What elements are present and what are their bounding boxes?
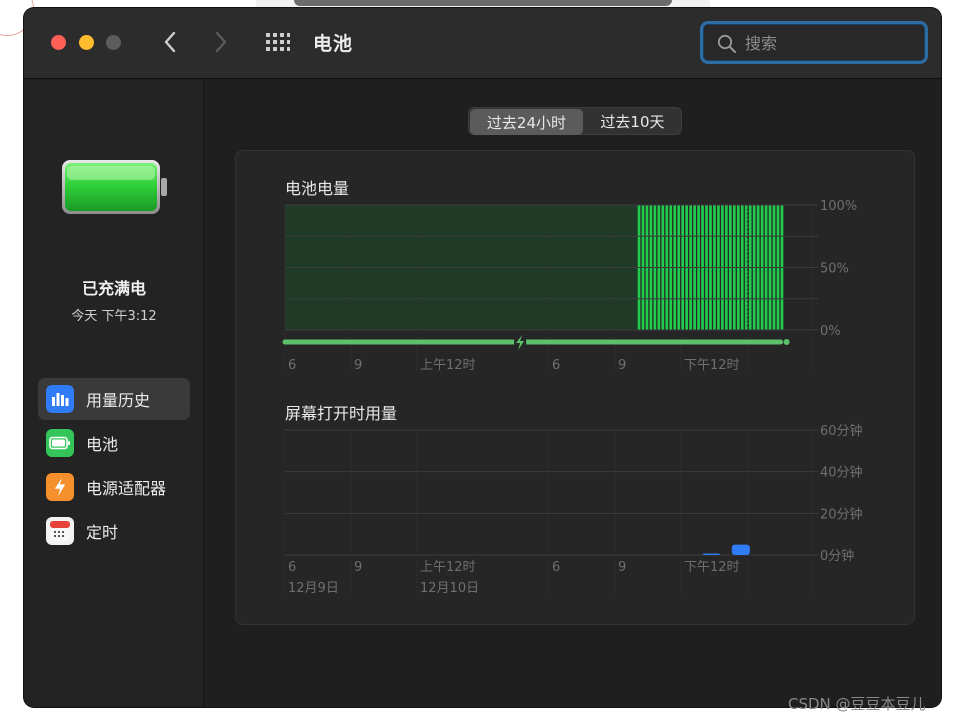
tab-last-10-days[interactable]: 过去10天 <box>584 108 681 134</box>
usage-x-tick-label: 9 <box>354 560 362 575</box>
usage-date-label: 12月10日 <box>420 581 479 596</box>
sidebar: 已充满电 今天 下午3:12 用量历史 电池 电源适配器 定时 <box>24 80 204 707</box>
usage-bar <box>702 553 721 555</box>
usage-y-tick-label: 60分钟 <box>820 423 863 439</box>
main-content: 过去24小时 过去10天 电池电量 屏幕打开时用量 100% 50% 0% 6 9 上午1… <box>205 80 941 707</box>
battery-x-tick-label: 上午12时 <box>420 358 476 373</box>
background-window-edge <box>256 0 710 8</box>
usage-date-label: 12月9日 <box>288 581 339 596</box>
zoom-button[interactable] <box>106 35 121 50</box>
search-input[interactable] <box>745 31 915 55</box>
battery-x-tick-label: 9 <box>354 358 362 373</box>
search-icon <box>717 34 736 53</box>
battery-status-time: 今天 下午3:12 <box>71 309 157 324</box>
usage-y-tick-label: 40分钟 <box>820 465 863 481</box>
bar-chart-icon <box>46 385 74 413</box>
battery-y-tick-label: 100% <box>820 199 857 214</box>
usage-bar <box>731 544 750 555</box>
usage-x-tick-label: 上午12时 <box>420 560 476 575</box>
battery-status: 已充满电 <box>81 279 146 298</box>
sidebar-item-power-adapter[interactable]: 电源适配器 <box>38 466 190 508</box>
battery-x-tick-label: 6 <box>288 358 296 373</box>
lightning-bolt-icon <box>46 473 74 501</box>
usage-y-tick-label: 20分钟 <box>820 506 863 522</box>
background-window-tab <box>294 0 672 6</box>
usage-x-tick-label: 6 <box>288 560 296 575</box>
titlebar: 电池 <box>24 8 941 79</box>
sidebar-item-label: 定时 <box>86 523 119 542</box>
settings-window: 电池 已充满电 今天 下午3:12 <box>24 8 941 707</box>
search-field[interactable] <box>700 21 928 64</box>
battery-x-tick-label: 下午12时 <box>684 358 740 373</box>
chevron-left-icon <box>164 31 176 53</box>
back-button[interactable] <box>158 28 182 56</box>
minimize-button[interactable] <box>79 35 94 50</box>
sidebar-item-label: 用量历史 <box>86 391 151 410</box>
battery-y-tick-label: 0% <box>820 324 841 339</box>
window-title: 电池 <box>313 33 354 55</box>
show-all-grid-icon[interactable] <box>265 32 291 52</box>
sidebar-item-battery[interactable]: 电池 <box>38 422 190 464</box>
calendar-icon <box>46 517 74 545</box>
usage-panel: 电池电量 屏幕打开时用量 100% 50% 0% 6 9 上午12时 6 9 下午12时 60分钟… <box>235 150 915 625</box>
tab-last-24-hours[interactable]: 过去24小时 <box>470 109 583 135</box>
watermark: CSDN @豆豆本豆儿 <box>788 695 926 713</box>
sidebar-item-label: 电源适配器 <box>86 479 167 498</box>
chevron-right-icon <box>215 31 227 53</box>
battery-full-icon <box>62 160 167 214</box>
sidebar-item-schedule[interactable]: 定时 <box>38 510 190 552</box>
usage-charts: 100% 50% 0% 6 9 上午12时 6 9 下午12时 60分钟 40分钟 20分钟 0分钟 6 9… <box>282 199 863 597</box>
battery-x-tick-label: 9 <box>618 358 626 373</box>
usage-x-tick-label: 6 <box>552 560 560 575</box>
forward-button[interactable] <box>209 28 233 56</box>
close-button[interactable] <box>51 35 66 50</box>
range-segmented-control: 过去24小时 过去10天 <box>468 107 682 135</box>
usage-x-tick-label: 9 <box>618 560 626 575</box>
usage-x-tick-label: 下午12时 <box>684 560 740 575</box>
battery-icon <box>46 429 74 457</box>
usage-y-tick-label: 0分钟 <box>820 548 854 564</box>
sidebar-item-label: 电池 <box>86 435 119 454</box>
battery-y-tick-label: 50% <box>820 262 849 277</box>
sidebar-item-usage-history[interactable]: 用量历史 <box>38 378 190 420</box>
battery-x-tick-label: 6 <box>552 358 560 373</box>
charging-timeline-end <box>783 339 790 345</box>
